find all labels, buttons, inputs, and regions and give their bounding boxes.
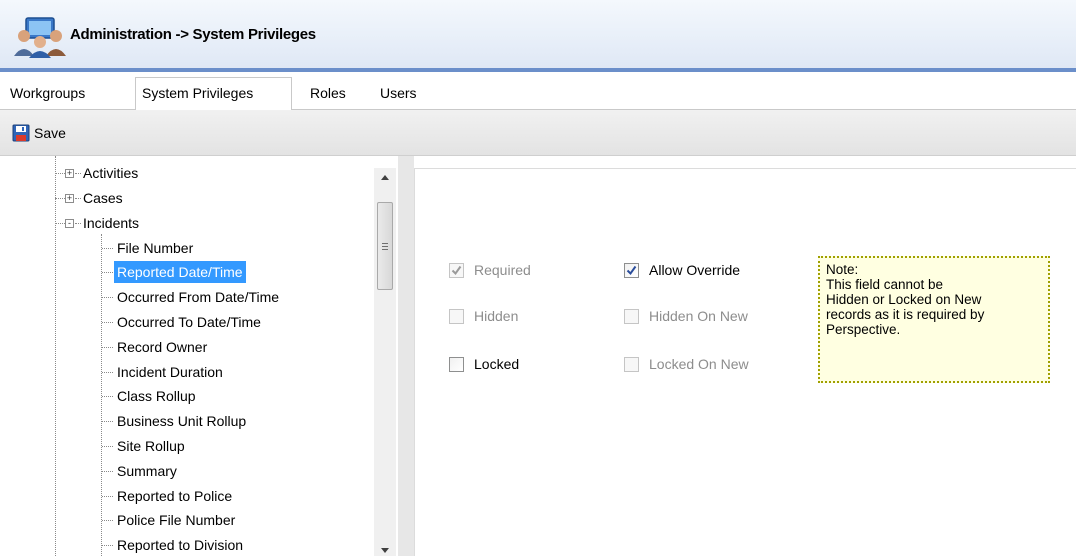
allow-override-checkbox[interactable]: Allow Override — [624, 260, 740, 280]
tree-node-label: Activities — [83, 165, 139, 181]
tree-node-occurred-from[interactable]: Occurred From Date/Time — [0, 286, 370, 308]
tree-node-label: Class Rollup — [117, 388, 196, 404]
tree-node-business-unit-rollup[interactable]: Business Unit Rollup — [0, 410, 370, 432]
locked-on-new-checkbox[interactable]: Locked On New — [624, 354, 749, 374]
tab-users[interactable]: Users — [374, 78, 423, 109]
tree-node-label: Business Unit Rollup — [117, 413, 247, 429]
checkmark-icon — [451, 265, 462, 275]
save-button[interactable]: Save — [12, 122, 66, 144]
toolbar: Save — [0, 110, 1076, 156]
checkbox-box[interactable] — [449, 356, 464, 372]
tab-strip: Workgroups System Privileges Roles Users — [0, 72, 1076, 110]
tab-system-privileges[interactable]: System Privileges — [135, 77, 292, 110]
tree-node-label: Incident Duration — [117, 364, 223, 380]
tree-node-record-owner[interactable]: Record Owner — [0, 336, 370, 358]
tree-node-label: Police File Number — [117, 512, 236, 528]
scroll-thumb[interactable] — [377, 202, 393, 290]
tree-node-cases[interactable]: + Cases — [0, 187, 370, 209]
checkbox-label: Required — [474, 262, 531, 278]
checkmark-icon — [626, 265, 637, 275]
title-bar: Administration -> System Privileges — [0, 0, 1076, 68]
checkbox-label: Hidden — [474, 308, 519, 324]
note-line: Note: — [826, 262, 859, 277]
note-box: Note: This field cannot be Hidden or Loc… — [818, 256, 1050, 383]
required-checkbox[interactable]: Required — [449, 260, 531, 280]
tree-node-summary[interactable]: Summary — [0, 460, 370, 482]
admin-users-icon — [14, 17, 66, 58]
tree-node-site-rollup[interactable]: Site Rollup — [0, 435, 370, 457]
tab-workgroups[interactable]: Workgroups — [4, 78, 91, 109]
note-line: Perspective. — [826, 322, 901, 337]
tree-node-label: Cases — [83, 190, 123, 206]
save-button-label: Save — [34, 125, 66, 141]
tree-node-label: Occurred To Date/Time — [117, 314, 261, 330]
hidden-on-new-checkbox[interactable]: Hidden On New — [624, 306, 748, 326]
tree-node-police-file-number[interactable]: Police File Number — [0, 509, 370, 531]
tree-node-class-rollup[interactable]: Class Rollup — [0, 385, 370, 407]
locked-checkbox[interactable]: Locked — [449, 354, 519, 374]
checkbox-box[interactable] — [624, 356, 639, 372]
expand-icon[interactable]: + — [65, 169, 74, 178]
tree-node-label: Occurred From Date/Time — [117, 289, 280, 305]
tree-node-incidents[interactable]: - Incidents — [0, 212, 370, 234]
checkbox-label: Allow Override — [649, 262, 741, 278]
tree-node-label: Incidents — [83, 215, 140, 231]
checkbox-box[interactable] — [449, 308, 464, 324]
tree-node-file-number[interactable]: File Number — [0, 237, 370, 259]
floppy-disk-icon — [12, 124, 30, 142]
checkbox-box[interactable] — [624, 308, 639, 324]
note-line: This field cannot be — [826, 277, 944, 292]
note-line: Hidden or Locked on New — [826, 292, 982, 307]
checkbox-label: Locked — [474, 356, 520, 372]
tree-node-activities[interactable]: + Activities — [0, 162, 370, 184]
tree-node-reported-to-division[interactable]: Reported to Division — [0, 534, 370, 556]
tab-roles[interactable]: Roles — [304, 78, 352, 109]
tree-scrollbar[interactable] — [374, 168, 396, 556]
hidden-checkbox[interactable]: Hidden — [449, 306, 518, 326]
checkbox-box[interactable] — [624, 262, 639, 278]
tree-node-label: Record Owner — [117, 339, 208, 355]
expand-icon[interactable]: + — [65, 194, 74, 203]
checkbox-label: Locked On New — [649, 356, 749, 372]
tree-node-label: Summary — [117, 463, 177, 479]
page-title: Administration -> System Privileges — [70, 26, 316, 43]
tree-node-reported-date-time[interactable]: Reported Date/Time — [0, 261, 370, 283]
checkbox-label: Hidden On New — [649, 308, 748, 324]
tree-node-incident-duration[interactable]: Incident Duration — [0, 361, 370, 383]
collapse-icon[interactable]: - — [65, 219, 74, 228]
tree-node-reported-to-police[interactable]: Reported to Police — [0, 485, 370, 507]
tree-node-occurred-to[interactable]: Occurred To Date/Time — [0, 311, 370, 333]
tree-node-label: Site Rollup — [117, 438, 185, 454]
scroll-down-arrow-icon[interactable] — [374, 542, 396, 556]
note-line: records as it is required by — [826, 307, 985, 322]
checkbox-box[interactable] — [449, 262, 464, 278]
scroll-up-arrow-icon[interactable] — [374, 168, 396, 186]
tree-node-label: Reported to Police — [117, 488, 233, 504]
tree-node-label: Reported to Division — [117, 537, 244, 553]
tree-node-label: Reported Date/Time — [114, 261, 246, 283]
panel-splitter[interactable] — [398, 156, 414, 556]
tree-node-label: File Number — [117, 240, 194, 256]
privilege-tree: + Activities + Cases - Incidents File Nu… — [0, 156, 398, 556]
